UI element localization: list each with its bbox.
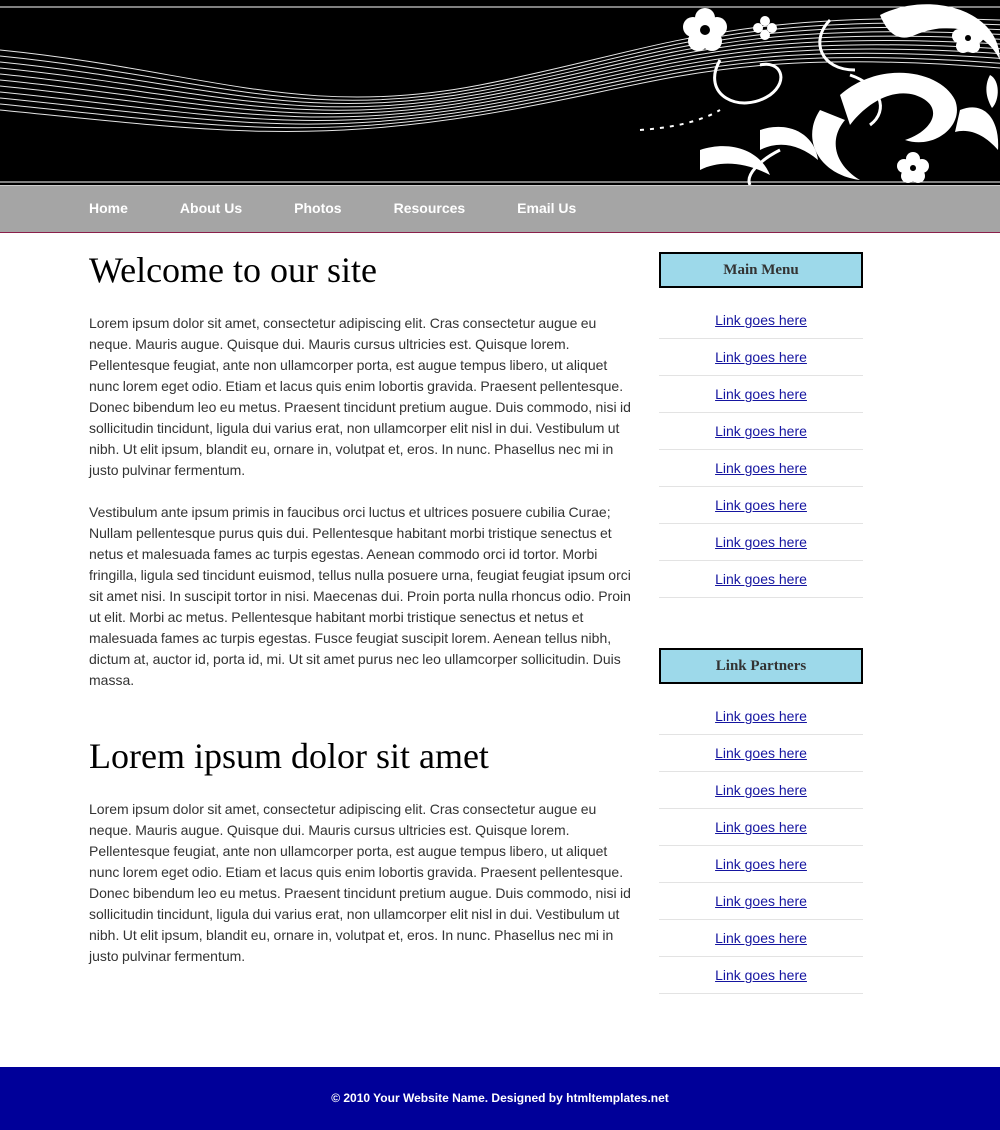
partner-link[interactable]: Link goes here	[715, 856, 807, 872]
partner-link[interactable]: Link goes here	[715, 819, 807, 835]
nav-item-email-us: Email Us	[517, 200, 576, 218]
main-menu-link[interactable]: Link goes here	[715, 534, 807, 550]
body-paragraph: Vestibulum ante ipsum primis in faucibus…	[89, 504, 631, 688]
sidebar: Main Menu Link goes here Link goes here …	[659, 252, 863, 994]
list-item: Link goes here	[659, 376, 863, 413]
nav-item-home: Home	[89, 200, 128, 218]
main-menu-link[interactable]: Link goes here	[715, 497, 807, 513]
nav-item-about-us: About Us	[180, 200, 242, 218]
main-menu-heading: Main Menu	[659, 252, 863, 288]
partner-link[interactable]: Link goes here	[715, 893, 807, 909]
section-title: Lorem ipsum dolor sit amet	[89, 736, 489, 776]
list-item: Link goes here	[659, 487, 863, 524]
main-content: Welcome to our site Lorem ipsum dolor si…	[89, 248, 639, 967]
partner-link[interactable]: Link goes here	[715, 708, 807, 724]
list-item: Link goes here	[659, 809, 863, 846]
list-item: Link goes here	[659, 413, 863, 450]
list-item: Link goes here	[659, 302, 863, 339]
list-item: Link goes here	[659, 883, 863, 920]
nav-link-email-us[interactable]: Email Us	[517, 200, 576, 216]
list-item: Link goes here	[659, 561, 863, 598]
list-item: Link goes here	[659, 772, 863, 809]
nav-link-home[interactable]: Home	[89, 200, 128, 216]
list-item: Link goes here	[659, 698, 863, 735]
list-item: Link goes here	[659, 846, 863, 883]
main-menu-link[interactable]: Link goes here	[715, 460, 807, 476]
list-item: Link goes here	[659, 450, 863, 487]
floral-swirl-graphic	[0, 0, 1000, 185]
list-item: Link goes here	[659, 957, 863, 994]
main-menu-link[interactable]: Link goes here	[715, 312, 807, 328]
partner-link[interactable]: Link goes here	[715, 745, 807, 761]
body-paragraph: Lorem ipsum dolor sit amet, consectetur …	[89, 315, 631, 478]
main-menu-link[interactable]: Link goes here	[715, 386, 807, 402]
main-menu-link[interactable]: Link goes here	[715, 349, 807, 365]
list-item: Link goes here	[659, 339, 863, 376]
link-partners-list: Link goes here Link goes here Link goes …	[659, 698, 863, 994]
list-item: Link goes here	[659, 524, 863, 561]
nav-item-resources: Resources	[394, 200, 466, 218]
nav-link-about-us[interactable]: About Us	[180, 200, 242, 216]
nav-link-resources[interactable]: Resources	[394, 200, 466, 216]
nav-link-photos[interactable]: Photos	[294, 200, 341, 216]
footer-credit: © 2010 Your Website Name. Designed by ht…	[331, 1091, 669, 1105]
header-banner	[0, 0, 1000, 185]
link-partners-heading: Link Partners	[659, 648, 863, 684]
main-menu-list: Link goes here Link goes here Link goes …	[659, 302, 863, 598]
list-item: Link goes here	[659, 735, 863, 772]
footer: © 2010 Your Website Name. Designed by ht…	[0, 1067, 1000, 1130]
list-item: Link goes here	[659, 920, 863, 957]
main-menu-link[interactable]: Link goes here	[715, 571, 807, 587]
partner-link[interactable]: Link goes here	[715, 782, 807, 798]
body-paragraph: Lorem ipsum dolor sit amet, consectetur …	[89, 801, 631, 964]
page-title: Welcome to our site	[89, 250, 378, 290]
main-navigation: Home About Us Photos Resources Email Us	[0, 185, 1000, 233]
partner-link[interactable]: Link goes here	[715, 967, 807, 983]
nav-list: Home About Us Photos Resources Email Us	[0, 186, 1000, 232]
nav-item-photos: Photos	[294, 200, 341, 218]
main-menu-link[interactable]: Link goes here	[715, 423, 807, 439]
partner-link[interactable]: Link goes here	[715, 930, 807, 946]
